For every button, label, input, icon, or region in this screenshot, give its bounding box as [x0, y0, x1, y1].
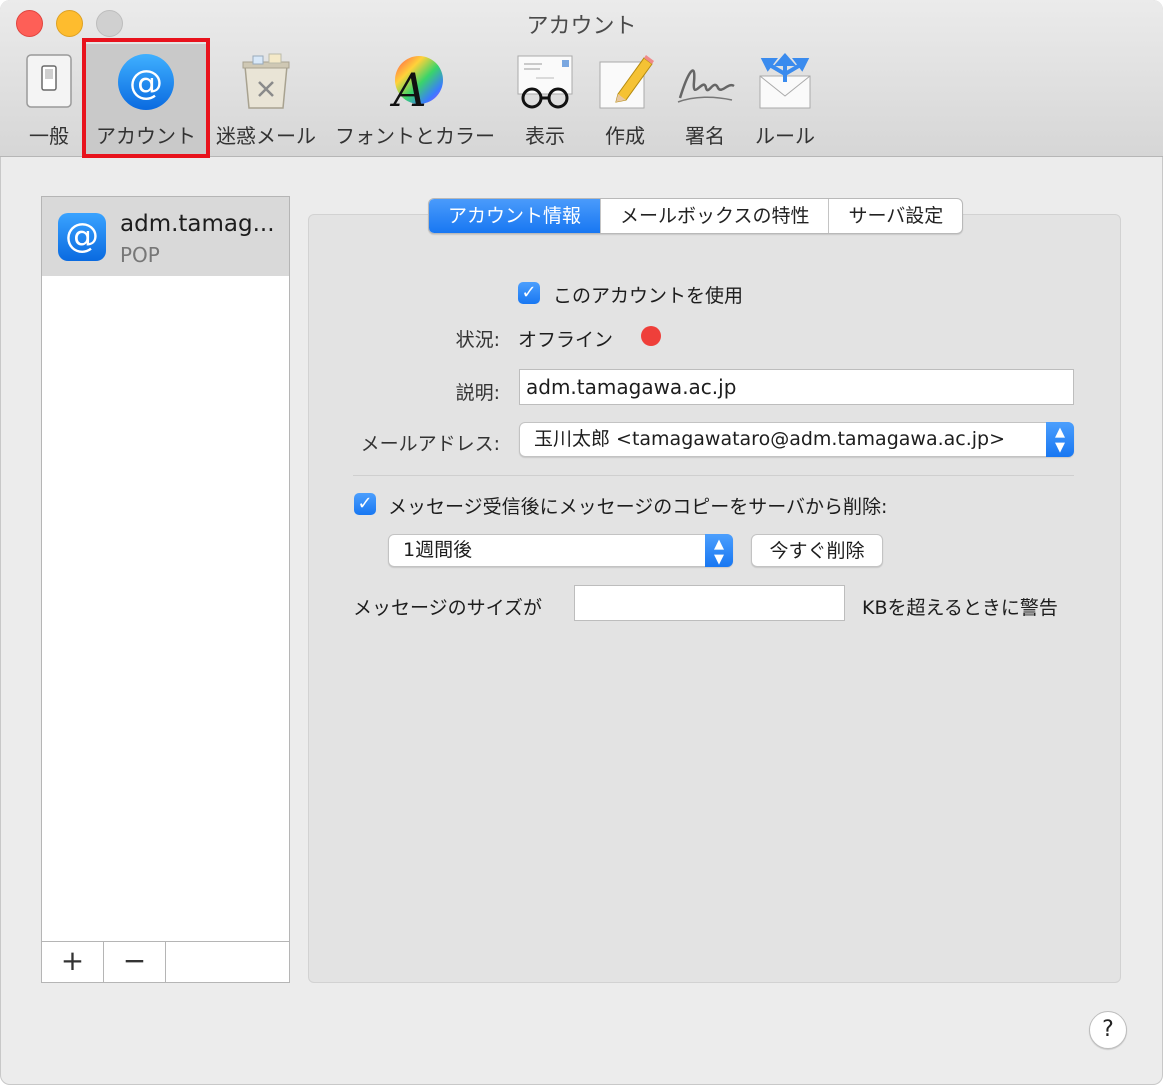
tab-account-info[interactable]: アカウント情報 [429, 199, 602, 233]
rules-envelope-icon [754, 52, 816, 112]
svg-text:A: A [389, 63, 426, 112]
account-tabs: アカウント情報 メールボックスの特性 サーバ設定 [428, 198, 964, 234]
preferences-window: アカウント 一般 @ アカウント 迷惑メール A フォントとカラー 表示 作成 … [0, 0, 1163, 1085]
accounts-footer: + − [42, 941, 289, 982]
delete-after-popup[interactable]: 1週間後 ▲ ▼ [388, 534, 733, 567]
toolbar-composing-label: 作成 [605, 124, 645, 148]
account-type: POP [120, 243, 160, 267]
toolbar-viewing-label: 表示 [525, 124, 565, 148]
toolbar-rules[interactable]: ルール [752, 44, 818, 154]
add-account-button[interactable]: + [42, 942, 104, 982]
use-account-label: このアカウントを使用 [553, 285, 744, 307]
delete-copy-label: メッセージ受信後にメッセージのコピーをサーバから削除: [388, 496, 888, 518]
glasses-letter-icon [514, 52, 576, 112]
account-name: adm.tamag... [120, 211, 275, 237]
selection-highlight-box [82, 38, 210, 158]
description-field[interactable]: adm.tamagawa.ac.jp [519, 369, 1074, 405]
toolbar-rules-label: ルール [755, 124, 815, 148]
use-account-checkbox[interactable]: ✓ [518, 282, 540, 304]
remove-account-button[interactable]: − [104, 942, 166, 982]
accounts-list: @ adm.tamag... POP + − [41, 196, 290, 983]
toolbar-general[interactable]: 一般 [14, 44, 84, 154]
tab-server-settings[interactable]: サーバ設定 [829, 199, 962, 233]
toolbar-viewing[interactable]: 表示 [512, 44, 578, 154]
switch-icon [18, 52, 80, 112]
status-value: オフライン [518, 329, 614, 351]
account-row[interactable]: @ adm.tamag... POP [42, 197, 289, 276]
help-button[interactable]: ? [1089, 1011, 1127, 1049]
status-label: 状況: [455, 329, 500, 351]
pencil-paper-icon [594, 52, 656, 112]
toolbar-fonts-colors-label: フォントとカラー [335, 124, 495, 148]
size-warning-suffix: KBを超えるときに警告 [862, 597, 1058, 619]
junk-bin-icon [235, 52, 297, 112]
account-at-icon: @ [58, 213, 106, 261]
toolbar-junk[interactable]: 迷惑メール [212, 44, 320, 154]
toolbar-signatures-label: 署名 [685, 124, 725, 148]
section-divider [353, 475, 1074, 476]
toolbar-junk-label: 迷惑メール [216, 124, 316, 148]
window-title: アカウント [526, 14, 637, 39]
status-indicator-dot [641, 326, 661, 346]
accounts-footer-spacer [166, 942, 289, 982]
email-address-label: メールアドレス: [360, 433, 500, 455]
toolbar-composing[interactable]: 作成 [594, 44, 656, 154]
tab-mailbox-behaviors[interactable]: メールボックスの特性 [601, 199, 830, 233]
font-color-icon: A [384, 52, 446, 117]
size-warning-prefix: メッセージのサイズが [353, 597, 543, 619]
signature-icon [674, 52, 736, 112]
delete-now-button[interactable]: 今すぐ削除 [751, 534, 883, 567]
description-label: 説明: [455, 382, 500, 404]
toolbar-general-label: 一般 [29, 124, 69, 148]
popup-chevron-icon: ▲ ▼ [1046, 422, 1074, 457]
toolbar-fonts-colors[interactable]: A フォントとカラー [332, 44, 498, 154]
size-warning-field[interactable] [574, 585, 845, 621]
delete-copy-checkbox[interactable]: ✓ [354, 493, 376, 515]
toolbar-signatures[interactable]: 署名 [672, 44, 738, 154]
email-address-popup[interactable]: 玉川太郎 <tamagawataro@adm.tamagawa.ac.jp> ▲… [519, 422, 1074, 457]
popup-chevron-icon: ▲ ▼ [705, 534, 733, 567]
email-address-value: 玉川太郎 <tamagawataro@adm.tamagawa.ac.jp> [534, 428, 1006, 450]
delete-after-value: 1週間後 [403, 539, 473, 561]
